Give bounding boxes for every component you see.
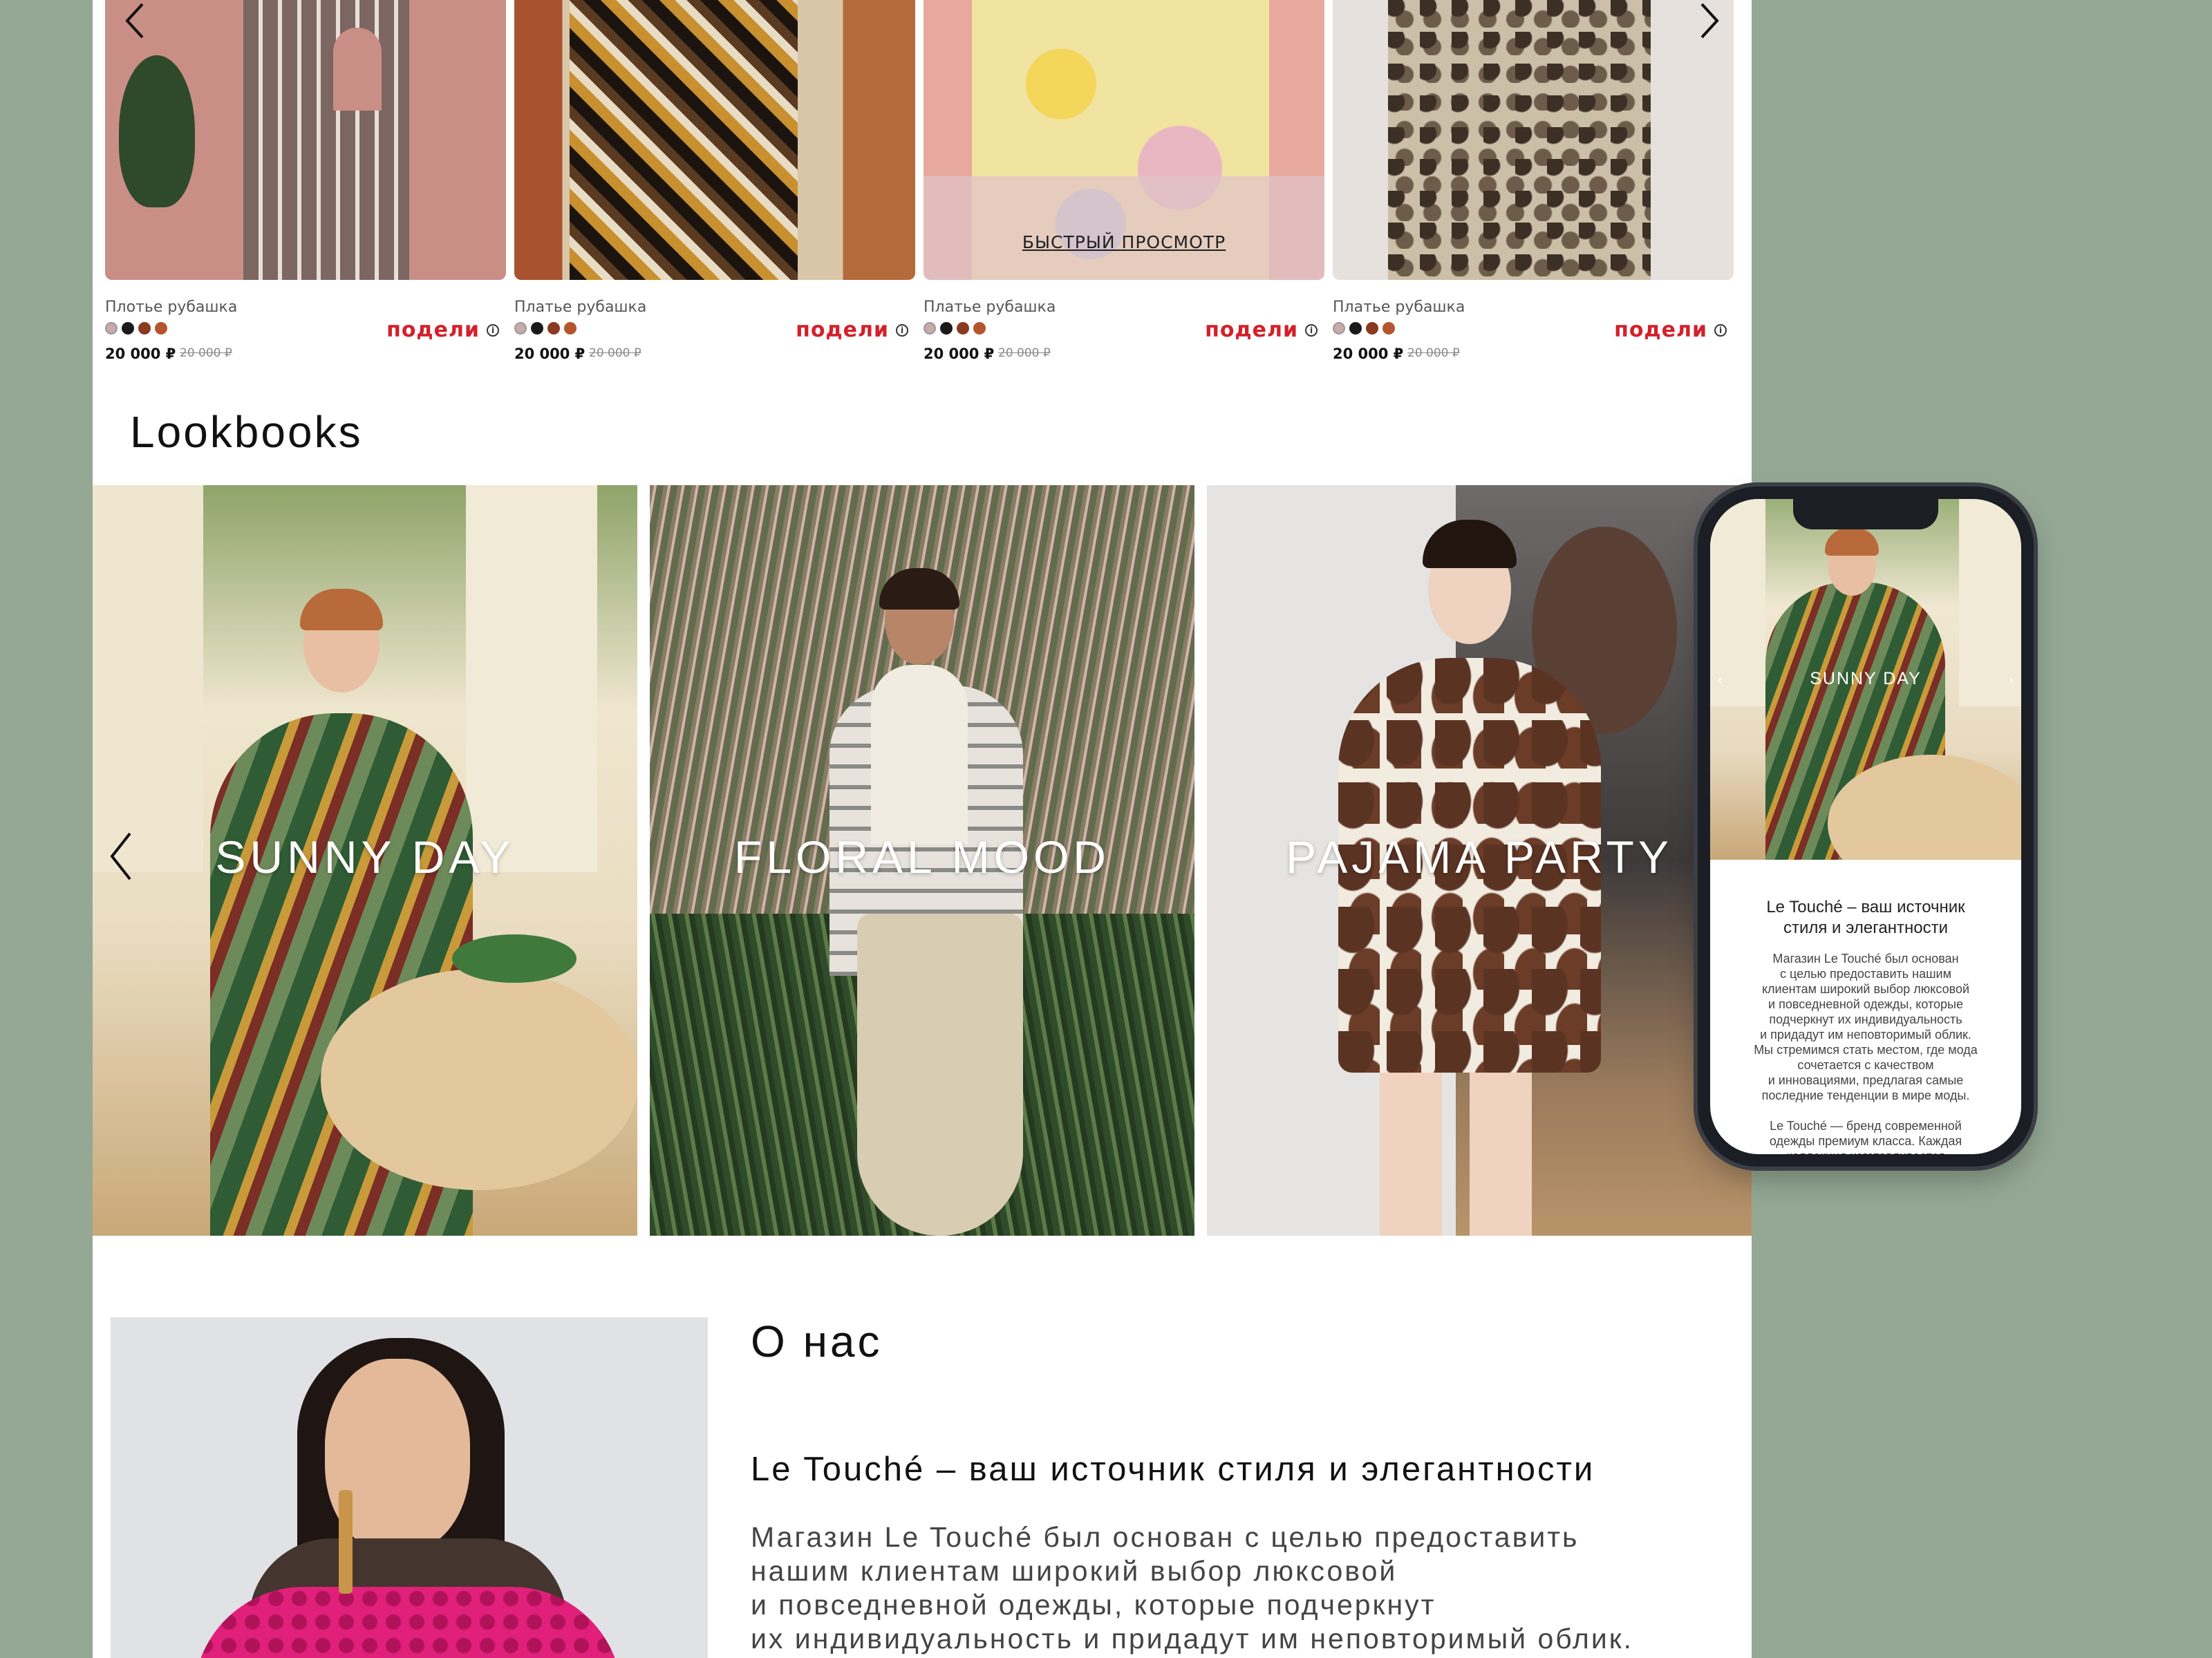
mobile-about-title: Le Touché – ваш источник стиля и элегант… xyxy=(1766,898,1965,937)
product-old-price: 20 000 ₽ xyxy=(998,346,1051,360)
split-payment-label: подели xyxy=(1614,318,1707,342)
chevron-left-icon[interactable] xyxy=(109,832,133,880)
product-carousel: Плотье рубашка 20 000 ₽ 20 000 ₽ подели … xyxy=(93,0,1752,387)
phone-screen: ‹ › SUNNY DAY Le Touché – ваш источник с… xyxy=(1710,499,2021,1154)
split-payment-label: подели xyxy=(1205,318,1298,342)
color-swatch[interactable] xyxy=(138,322,151,335)
product-name: Платье рубашка xyxy=(924,299,1056,316)
lookbook-card-sunny-day[interactable]: SUNNY DAY xyxy=(93,485,637,1236)
color-swatch[interactable] xyxy=(155,322,167,335)
split-payment-badge[interactable]: подели i xyxy=(1205,318,1318,342)
info-icon[interactable]: i xyxy=(896,323,908,337)
lookbook-card-pajama-party[interactable]: PAJAMA PARTY xyxy=(1207,485,1752,1236)
phone-notch xyxy=(1793,499,1938,529)
chevron-right-icon[interactable] xyxy=(1699,3,1720,39)
lookbook-label: SUNNY DAY xyxy=(215,831,515,883)
info-icon[interactable]: i xyxy=(1714,323,1727,337)
lookbook-label: FLORAL MOOD xyxy=(734,831,1110,883)
product-old-price: 20 000 ₽ xyxy=(180,346,232,360)
color-swatch[interactable] xyxy=(514,322,527,335)
color-swatch[interactable] xyxy=(957,322,969,335)
color-swatches xyxy=(924,322,986,335)
product-name: Платье рубашка xyxy=(1333,299,1465,316)
split-payment-badge[interactable]: подели i xyxy=(386,318,499,342)
product-image[interactable] xyxy=(105,0,506,280)
color-swatch[interactable] xyxy=(531,322,543,335)
product-old-price: 20 000 ₽ xyxy=(589,346,641,360)
color-swatch[interactable] xyxy=(1366,322,1378,335)
product-price: 20 000 ₽ xyxy=(105,346,176,362)
product-image[interactable] xyxy=(514,0,915,280)
quick-view-overlay[interactable]: БЫСТРЫЙ ПРОСМОТР xyxy=(924,176,1324,280)
product-price: 20 000 ₽ xyxy=(1333,346,1404,362)
lookbook-label: PAJAMA PARTY xyxy=(1286,831,1673,883)
lookbooks-title: Lookbooks xyxy=(130,407,363,457)
product-price: 20 000 ₽ xyxy=(514,346,585,362)
lookbooks-carousel: SUNNY DAY FLORAL MOOD PAJAMA PARTY xyxy=(93,485,1752,1236)
page: Плотье рубашка 20 000 ₽ 20 000 ₽ подели … xyxy=(93,0,1752,1658)
color-swatch[interactable] xyxy=(547,322,560,335)
lookbook-card-floral-mood[interactable]: FLORAL MOOD xyxy=(650,485,1194,1236)
about-subtitle: Le Touché – ваш источник стиля и элегант… xyxy=(751,1451,1595,1488)
mobile-about-text: Магазин Le Touché был основан с целью пр… xyxy=(1754,952,1978,1154)
product-old-price: 20 000 ₽ xyxy=(1407,346,1460,360)
color-swatches xyxy=(1333,322,1395,335)
product-image[interactable] xyxy=(1333,0,1734,280)
about-image xyxy=(111,1317,708,1658)
color-swatch[interactable] xyxy=(564,322,577,335)
color-swatch[interactable] xyxy=(924,322,936,335)
about-text: Магазин Le Touché был основан с целью пр… xyxy=(751,1521,1634,1655)
quick-view-link[interactable]: БЫСТРЫЙ ПРОСМОТР xyxy=(1022,232,1226,252)
chevron-left-icon[interactable] xyxy=(124,3,145,39)
color-swatches xyxy=(105,322,167,335)
split-payment-label: подели xyxy=(796,318,889,342)
product-price: 20 000 ₽ xyxy=(924,346,995,362)
mobile-lookbook-label: SUNNY DAY xyxy=(1810,669,1922,688)
split-payment-label: подели xyxy=(386,318,480,342)
color-swatches xyxy=(514,322,577,335)
product-name: Плотье рубашка xyxy=(105,299,238,316)
split-payment-badge[interactable]: подели i xyxy=(796,318,908,342)
mobile-lookbook-hero[interactable]: ‹ › SUNNY DAY xyxy=(1710,499,2021,860)
color-swatch[interactable] xyxy=(1333,322,1345,335)
phone-mockup: ‹ › SUNNY DAY Le Touché – ваш источник с… xyxy=(1698,487,2034,1167)
product-image[interactable]: БЫСТРЫЙ ПРОСМОТР xyxy=(924,0,1324,280)
color-swatch[interactable] xyxy=(1382,322,1395,335)
color-swatch[interactable] xyxy=(105,322,118,335)
split-payment-badge[interactable]: подели i xyxy=(1614,318,1727,342)
color-swatch[interactable] xyxy=(940,322,953,335)
about-title: О нас xyxy=(751,1317,883,1366)
color-swatch[interactable] xyxy=(973,322,986,335)
info-icon[interactable]: i xyxy=(1305,323,1318,337)
color-swatch[interactable] xyxy=(1349,322,1362,335)
info-icon[interactable]: i xyxy=(487,323,499,337)
product-name: Платье рубашка xyxy=(514,299,647,316)
color-swatch[interactable] xyxy=(122,322,134,335)
